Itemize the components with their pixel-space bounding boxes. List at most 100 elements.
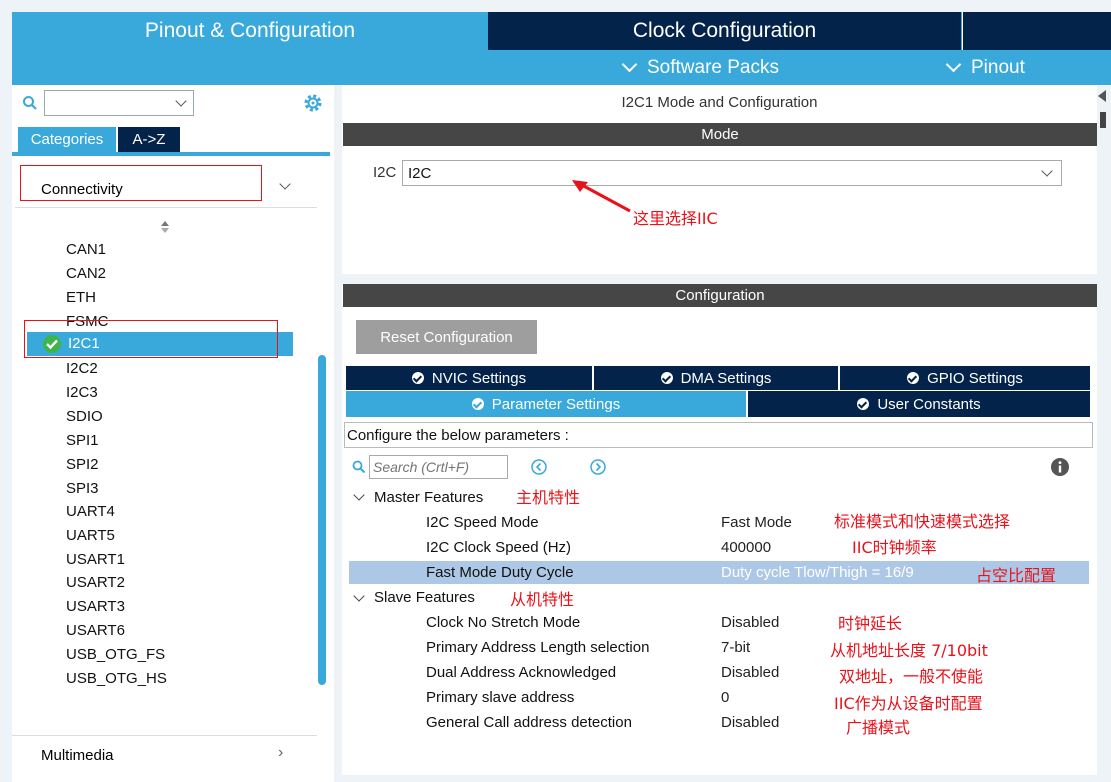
- i2c-mode-value: I2C: [408, 165, 432, 182]
- collapse-arrow-icon[interactable]: [1098, 90, 1106, 102]
- configuration-header: Configuration: [343, 284, 1097, 307]
- list-scrollbar[interactable]: [318, 355, 326, 685]
- tab-gpio-settings[interactable]: GPIO Settings: [840, 366, 1090, 390]
- gear-icon[interactable]: [303, 93, 323, 113]
- i2c-mode-select[interactable]: I2C: [402, 160, 1062, 186]
- check-circle-icon: [411, 372, 424, 384]
- list-item-uart4[interactable]: UART4: [66, 502, 115, 522]
- check-circle-icon: [907, 372, 920, 384]
- chevron-right-icon: ›: [278, 744, 284, 761]
- tab-clock-configuration[interactable]: Clock Configuration: [488, 12, 961, 50]
- list-item-uart5[interactable]: UART5: [66, 526, 115, 546]
- param-name: Clock No Stretch Mode: [426, 614, 581, 631]
- tab-label: NVIC Settings: [431, 369, 527, 387]
- list-item-can1[interactable]: CAN1: [66, 240, 106, 260]
- annotation-duty: 占空比配置: [976, 566, 1057, 585]
- param-name: Dual Address Acknowledged: [426, 664, 617, 681]
- param-name: Fast Mode Duty Cycle: [426, 564, 574, 581]
- list-item-spi1[interactable]: SPI1: [66, 431, 99, 451]
- info-icon[interactable]: [1050, 457, 1070, 477]
- search-icon[interactable]: [352, 460, 366, 474]
- tab-categories[interactable]: Categories: [18, 127, 116, 152]
- list-item-usart2[interactable]: USART2: [66, 573, 125, 593]
- check-circle-icon: [660, 372, 673, 384]
- panel-title: I2C1 Mode and Configuration: [621, 94, 818, 111]
- chevron-down-icon: [945, 56, 962, 73]
- param-value[interactable]: Duty cycle Tlow/Thigh = 16/9: [721, 564, 914, 581]
- param-name: General Call address detection: [426, 714, 632, 731]
- annotation-box-i2c1: [24, 320, 278, 358]
- list-item-spi3[interactable]: SPI3: [66, 479, 99, 499]
- list-item-i2c3[interactable]: I2C3: [66, 383, 98, 403]
- list-item-usart1[interactable]: USART1: [66, 550, 125, 570]
- pinout-menu[interactable]: Pinout: [945, 50, 1025, 85]
- tab-nvic-settings[interactable]: NVIC Settings: [346, 366, 592, 390]
- param-value[interactable]: Fast Mode: [721, 514, 792, 531]
- list-item-sdio[interactable]: SDIO: [66, 407, 103, 427]
- param-name: Primary slave address: [426, 689, 575, 706]
- param-name: I2C Clock Speed (Hz): [426, 539, 572, 556]
- reset-configuration-button[interactable]: Reset Configuration: [356, 320, 537, 354]
- chevron-down-icon: [279, 178, 291, 190]
- annotation-select-iic: 这里选择IIC: [633, 209, 718, 228]
- category-label: Multimedia: [41, 747, 114, 764]
- sub-menu-bar: Software Packs Pinout: [12, 50, 1111, 85]
- parameter-search-input[interactable]: [369, 455, 508, 479]
- configure-description-box: Configure the below parameters :: [344, 422, 1093, 448]
- tab-extra[interactable]: [962, 12, 1111, 50]
- main-tab-bar: Pinout & Configuration Clock Configurati…: [12, 12, 1111, 50]
- group-slave-features[interactable]: Slave Features: [374, 589, 475, 606]
- annotation-speed-mode: 标准模式和快速模式选择: [834, 512, 1011, 531]
- i2c-mode-label: I2C: [373, 164, 397, 181]
- chevron-down-icon: [175, 95, 187, 107]
- list-item-usb-otg-hs[interactable]: USB_OTG_HS: [66, 669, 167, 689]
- tab-label: GPIO Settings: [927, 369, 1023, 387]
- tab-dma-settings[interactable]: DMA Settings: [594, 366, 838, 390]
- list-item-spi2[interactable]: SPI2: [66, 455, 99, 475]
- check-circle-icon: [857, 398, 870, 410]
- tab-pinout-configuration[interactable]: Pinout & Configuration: [12, 12, 488, 50]
- previous-result-icon[interactable]: [530, 458, 548, 476]
- chevron-down-icon: [621, 56, 638, 73]
- tab-label: Parameter Settings: [491, 395, 621, 413]
- tab-parameter-settings[interactable]: Parameter Settings: [346, 391, 746, 417]
- next-result-icon[interactable]: [589, 458, 607, 476]
- check-circle-icon: [471, 398, 484, 410]
- annotation-arrow: [572, 180, 631, 213]
- annotation-slave-addr: IIC作为从设备时配置: [834, 694, 983, 713]
- list-item-eth[interactable]: ETH: [66, 288, 96, 308]
- tab-label: DMA Settings: [680, 369, 772, 387]
- annotation-dual: 双地址，一般不使能: [839, 667, 984, 686]
- list-item-usart6[interactable]: USART6: [66, 621, 125, 641]
- list-item-i2c2[interactable]: I2C2: [66, 359, 98, 379]
- chevron-down-icon: [1041, 165, 1053, 177]
- pinout-label: Pinout: [971, 56, 1025, 78]
- tab-user-constants[interactable]: User Constants: [748, 391, 1090, 417]
- search-icon[interactable]: [22, 95, 38, 111]
- param-value[interactable]: 0: [721, 689, 729, 706]
- annotation-broadcast: 广播模式: [846, 718, 911, 737]
- param-value[interactable]: 400000: [721, 539, 771, 556]
- param-value[interactable]: Disabled: [721, 664, 779, 681]
- mode-header: Mode: [343, 123, 1097, 146]
- group-master-features[interactable]: Master Features: [374, 489, 483, 506]
- splitter-handle[interactable]: [1100, 112, 1106, 128]
- software-packs-menu[interactable]: Software Packs: [621, 50, 779, 85]
- configure-label: Configure the below parameters :: [347, 427, 569, 444]
- list-item-can2[interactable]: CAN2: [66, 264, 106, 284]
- category-multimedia[interactable]: Multimedia ›: [12, 735, 317, 776]
- list-item-usart3[interactable]: USART3: [66, 597, 125, 617]
- param-name: Primary Address Length selection: [426, 639, 650, 656]
- param-value[interactable]: Disabled: [721, 714, 779, 731]
- list-item-usb-otg-fs[interactable]: USB_OTG_FS: [66, 645, 165, 665]
- category-search-input[interactable]: [44, 90, 194, 116]
- tab-label: User Constants: [877, 395, 981, 413]
- sort-icon[interactable]: [160, 221, 170, 233]
- param-value[interactable]: Disabled: [721, 614, 779, 631]
- annotation-clock-freq: IIC时钟频率: [852, 538, 937, 557]
- software-packs-label: Software Packs: [647, 56, 779, 78]
- tab-underline: [12, 152, 330, 156]
- annotation-stretch: 时钟延长: [838, 614, 903, 633]
- param-value[interactable]: 7-bit: [721, 639, 750, 656]
- tab-a-to-z[interactable]: A->Z: [118, 127, 180, 152]
